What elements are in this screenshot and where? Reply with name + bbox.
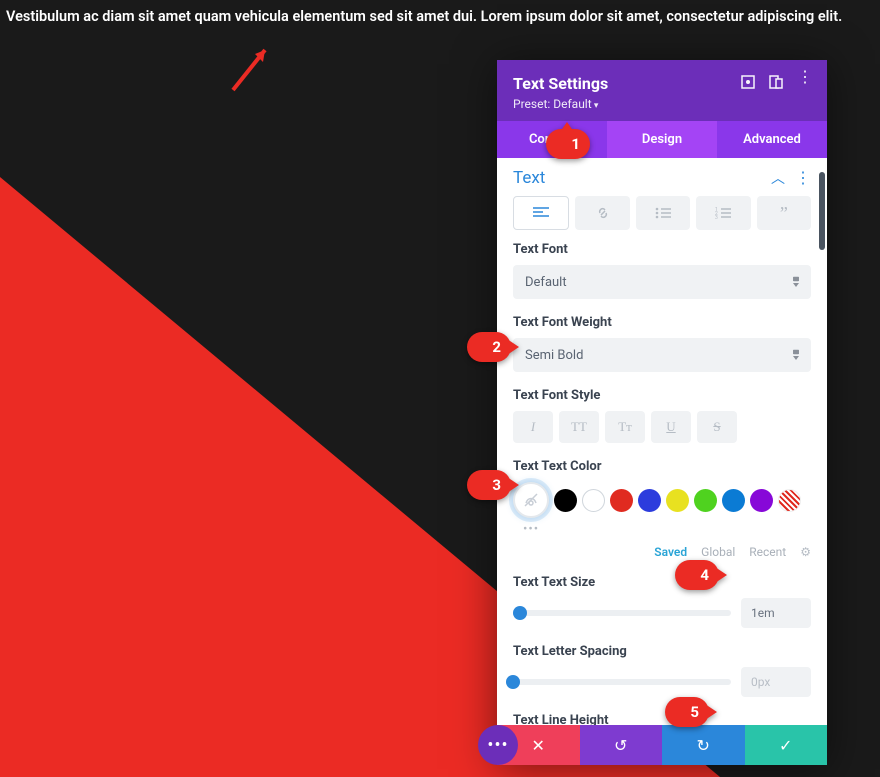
preset-selector[interactable]: Preset: Default: [513, 97, 608, 111]
panel-header: Text Settings Preset: Default ⋮: [497, 60, 827, 121]
panel-body: Text ︿ ⋮ 123 ” Text Font Default: [497, 158, 827, 725]
expand-icon[interactable]: [741, 74, 755, 88]
swatch-blue2[interactable]: [722, 489, 745, 512]
font-select[interactable]: Default: [513, 265, 811, 299]
text-type-quote[interactable]: ”: [757, 196, 811, 230]
callout-2: 2: [467, 332, 511, 362]
line-height-label: Text Line Height: [513, 713, 811, 725]
size-label: Text Text Size: [513, 575, 811, 590]
save-button[interactable]: ✓: [745, 725, 828, 765]
scrollbar-thumb[interactable]: [819, 172, 825, 250]
letter-spacing-value[interactable]: 0px: [741, 667, 811, 697]
section-title-text[interactable]: Text: [513, 168, 545, 188]
svg-text:3: 3: [715, 215, 718, 219]
weight-select[interactable]: Semi Bold: [513, 338, 811, 372]
style-label: Text Font Style: [513, 388, 811, 403]
panel-title: Text Settings: [513, 74, 608, 93]
palette-tab-recent[interactable]: Recent: [749, 545, 786, 559]
style-uppercase[interactable]: TT: [559, 411, 599, 443]
canvas-sample-text[interactable]: Vestibulum ac diam sit amet quam vehicul…: [6, 8, 842, 25]
font-label: Text Font: [513, 242, 811, 257]
letter-spacing-label: Text Letter Spacing: [513, 644, 811, 659]
callout-5: 5: [665, 697, 709, 727]
undo-button[interactable]: ↺: [580, 725, 663, 765]
callout-3: 3: [467, 470, 511, 500]
style-strike[interactable]: S: [697, 411, 737, 443]
letter-spacing-slider[interactable]: [513, 679, 731, 685]
swatch-yellow[interactable]: [666, 489, 689, 512]
swatch-transparent[interactable]: [778, 489, 801, 512]
size-value[interactable]: 1em: [741, 598, 811, 628]
weight-label: Text Font Weight: [513, 315, 811, 330]
palette-tab-saved[interactable]: Saved: [654, 545, 687, 559]
annotation-arrow: [225, 40, 275, 95]
style-underline[interactable]: U: [651, 411, 691, 443]
swatch-black[interactable]: [554, 489, 577, 512]
swatch-blue[interactable]: [638, 489, 661, 512]
text-type-paragraph[interactable]: [513, 196, 569, 230]
swatch-white[interactable]: [582, 489, 605, 512]
text-type-ul[interactable]: [636, 196, 690, 230]
callout-4: 4: [675, 560, 719, 590]
floating-menu-button[interactable]: •••: [478, 725, 518, 765]
more-icon[interactable]: ⋮: [797, 74, 811, 88]
text-type-ol[interactable]: 123: [696, 196, 750, 230]
palette-settings-icon[interactable]: ⚙: [800, 545, 811, 559]
responsive-icon[interactable]: [769, 74, 783, 88]
panel-footer: ✕ ↺ ↻ ✓: [497, 725, 827, 765]
redo-button[interactable]: ↻: [662, 725, 745, 765]
swatch-red[interactable]: [610, 489, 633, 512]
tab-design[interactable]: Design: [607, 121, 717, 158]
color-label: Text Text Color: [513, 459, 811, 474]
style-smallcaps[interactable]: Tᴛ: [605, 411, 645, 443]
swatch-purple[interactable]: [750, 489, 773, 512]
section-more-icon[interactable]: ⋮: [795, 170, 811, 186]
callout-1: 1: [546, 129, 590, 159]
text-type-link[interactable]: [575, 196, 629, 230]
style-italic[interactable]: I: [513, 411, 553, 443]
collapse-icon[interactable]: ︿: [771, 168, 785, 188]
tab-advanced[interactable]: Advanced: [717, 121, 827, 158]
palette-tab-global[interactable]: Global: [701, 545, 735, 559]
text-settings-panel: Text Settings Preset: Default ⋮ Content …: [497, 60, 827, 765]
swatch-green[interactable]: [694, 489, 717, 512]
size-slider[interactable]: [513, 610, 731, 616]
swatch-more-icon[interactable]: •••: [513, 522, 811, 537]
